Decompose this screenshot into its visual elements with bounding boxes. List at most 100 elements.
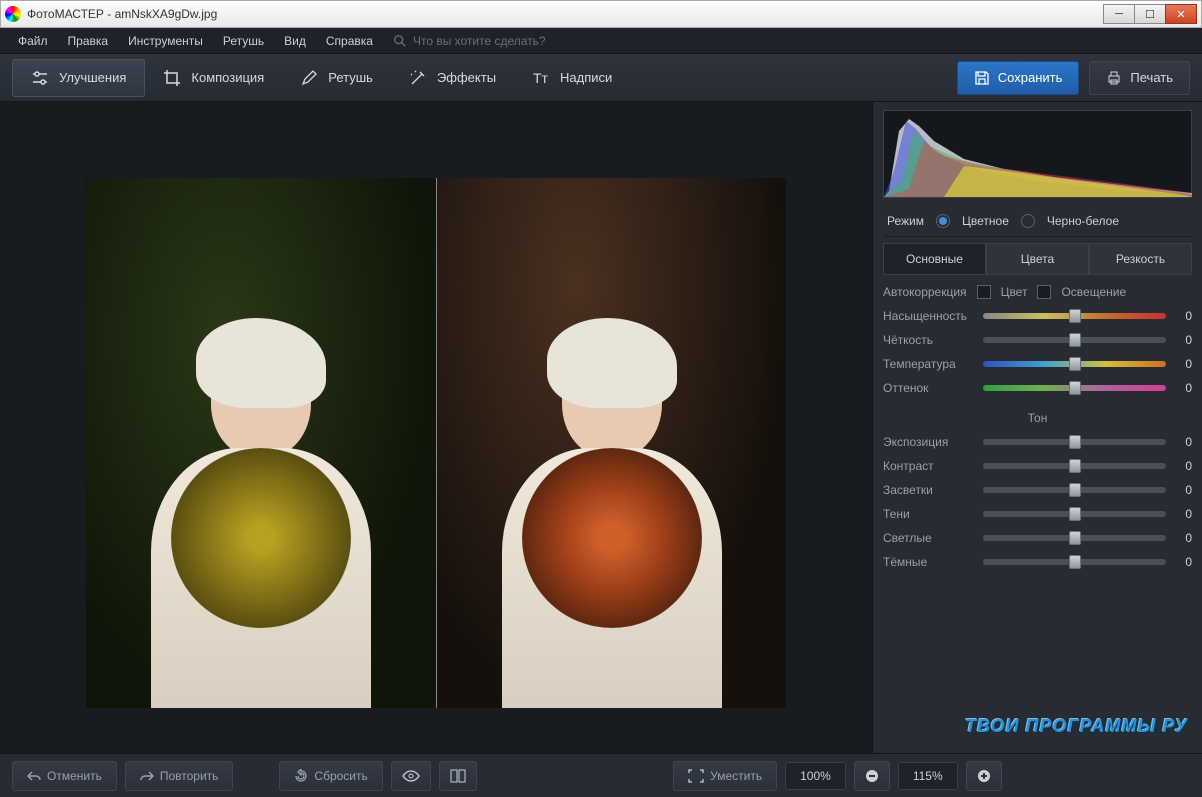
wand-icon <box>409 69 427 87</box>
compare-toggle-button[interactable] <box>439 761 477 791</box>
slider-label: Чёткость <box>883 333 975 347</box>
tab-retouch[interactable]: Ретушь <box>282 59 391 97</box>
slider-thumb[interactable] <box>1069 483 1081 497</box>
slider-label: Засветки <box>883 483 975 497</box>
slider-thumb[interactable] <box>1069 435 1081 449</box>
slider-thumb[interactable] <box>1069 507 1081 521</box>
mode-color-label[interactable]: Цветное <box>962 214 1009 228</box>
zoom-in-button[interactable] <box>966 761 1002 791</box>
slider-thumb[interactable] <box>1069 333 1081 347</box>
undo-button[interactable]: Отменить <box>12 761 117 791</box>
slider-track[interactable] <box>983 361 1166 367</box>
radio-bw[interactable] <box>1021 214 1035 228</box>
tab-composition[interactable]: Композиция <box>145 59 282 97</box>
slider-thumb[interactable] <box>1069 381 1081 395</box>
slider-value: 0 <box>1174 507 1192 521</box>
menu-retouch[interactable]: Ретушь <box>215 30 272 52</box>
color-mode-row: Режим Цветное Черно-белое <box>883 206 1192 237</box>
tab-enhance[interactable]: Улучшения <box>12 59 145 97</box>
checkbox-light[interactable] <box>1037 285 1051 299</box>
tab-label: Композиция <box>191 70 264 85</box>
brush-icon <box>300 69 318 87</box>
slider-label: Насыщенность <box>883 309 975 323</box>
maximize-button[interactable]: ☐ <box>1134 4 1166 24</box>
image-after <box>436 178 786 708</box>
slider-label: Тени <box>883 507 975 521</box>
reset-icon <box>294 769 308 783</box>
compare-icon <box>450 769 466 783</box>
reset-button[interactable]: Сбросить <box>279 761 382 791</box>
slider-track[interactable] <box>983 511 1166 517</box>
bottom-bar: Отменить Повторить Сбросить Уместить 100… <box>0 753 1202 797</box>
slider-track[interactable] <box>983 463 1166 469</box>
subtab-sharp[interactable]: Резкость <box>1089 243 1192 275</box>
radio-color[interactable] <box>936 214 950 228</box>
zoom-100-label[interactable]: 100% <box>785 762 846 790</box>
image-before <box>86 178 436 708</box>
slider-thumb[interactable] <box>1069 357 1081 371</box>
zoom-current[interactable]: 115% <box>898 762 958 790</box>
histogram[interactable] <box>883 110 1192 198</box>
search-icon <box>393 34 407 48</box>
watermark: ТВОИ ПРОГРАММЫ РУ <box>883 708 1192 745</box>
fit-icon <box>688 769 704 783</box>
slider-row: Тени 0 <box>883 507 1192 521</box>
redo-button[interactable]: Повторить <box>125 761 234 791</box>
slider-track[interactable] <box>983 439 1166 445</box>
menu-file[interactable]: Файл <box>10 30 56 52</box>
window-title: ФотоМАСТЕР - amNskXA9gDw.jpg <box>27 7 1104 21</box>
tab-effects[interactable]: Эффекты <box>391 59 514 97</box>
sliders-icon <box>31 69 49 87</box>
slider-label: Экспозиция <box>883 435 975 449</box>
subtab-colors[interactable]: Цвета <box>986 243 1089 275</box>
mode-bw-label[interactable]: Черно-белое <box>1047 214 1119 228</box>
search-input[interactable] <box>413 34 593 48</box>
slider-track[interactable] <box>983 337 1166 343</box>
slider-track[interactable] <box>983 487 1166 493</box>
fit-button[interactable]: Уместить <box>673 761 777 791</box>
slider-track[interactable] <box>983 559 1166 565</box>
save-button[interactable]: Сохранить <box>957 61 1080 95</box>
save-label: Сохранить <box>998 70 1063 85</box>
slider-row: Светлые 0 <box>883 531 1192 545</box>
menu-tools[interactable]: Инструменты <box>120 30 211 52</box>
slider-row: Оттенок 0 <box>883 381 1192 395</box>
command-search[interactable] <box>393 34 593 48</box>
slider-row: Контраст 0 <box>883 459 1192 473</box>
close-button[interactable]: ✕ <box>1165 4 1197 24</box>
slider-value: 0 <box>1174 531 1192 545</box>
minimize-button[interactable]: ─ <box>1103 4 1135 24</box>
slider-label: Светлые <box>883 531 975 545</box>
zoom-out-button[interactable] <box>854 761 890 791</box>
preview-toggle-button[interactable] <box>391 761 431 791</box>
eye-icon <box>402 770 420 782</box>
before-after-view <box>86 178 786 708</box>
slider-thumb[interactable] <box>1069 531 1081 545</box>
adjustments-panel: Режим Цветное Черно-белое Основные Цвета… <box>872 102 1202 753</box>
menu-help[interactable]: Справка <box>318 30 381 52</box>
checkbox-color[interactable] <box>977 285 991 299</box>
slider-thumb[interactable] <box>1069 459 1081 473</box>
menu-edit[interactable]: Правка <box>60 30 117 52</box>
auto-color-label[interactable]: Цвет <box>1001 285 1028 299</box>
slider-track[interactable] <box>983 313 1166 319</box>
crop-icon <box>163 69 181 87</box>
slider-row: Температура 0 <box>883 357 1192 371</box>
slider-track[interactable] <box>983 385 1166 391</box>
tab-label: Надписи <box>560 70 612 85</box>
redo-icon <box>140 770 154 782</box>
auto-light-label[interactable]: Освещение <box>1061 285 1126 299</box>
canvas-area[interactable] <box>0 102 872 753</box>
auto-correction-row: Автокоррекция Цвет Освещение <box>883 285 1192 299</box>
print-button[interactable]: Печать <box>1089 61 1190 95</box>
slider-track[interactable] <box>983 535 1166 541</box>
tab-text[interactable]: Tт Надписи <box>514 59 630 97</box>
text-icon: Tт <box>532 69 550 87</box>
panel-subtabs: Основные Цвета Резкость <box>883 243 1192 275</box>
menu-view[interactable]: Вид <box>276 30 314 52</box>
slider-thumb[interactable] <box>1069 309 1081 323</box>
menu-bar: Файл Правка Инструменты Ретушь Вид Справ… <box>0 28 1202 54</box>
slider-thumb[interactable] <box>1069 555 1081 569</box>
subtab-basic[interactable]: Основные <box>883 243 986 275</box>
slider-value: 0 <box>1174 459 1192 473</box>
